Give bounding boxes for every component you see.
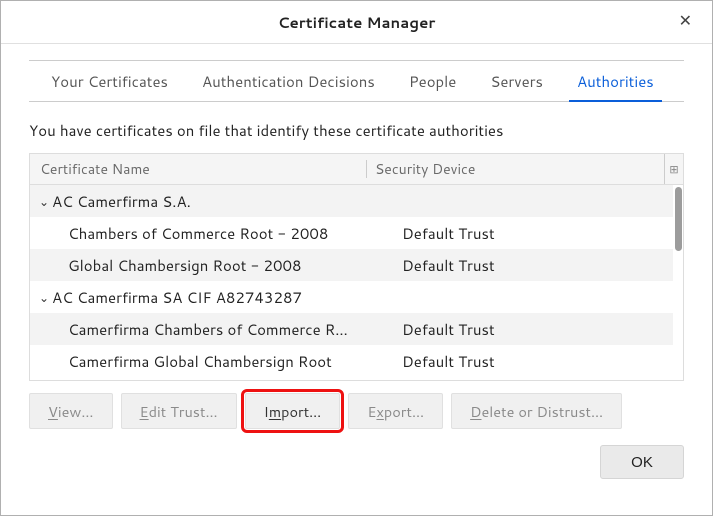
group-name: AC Camerfirma SA CIF A82743287 <box>52 287 302 308</box>
import-button[interactable]: Import… <box>245 393 341 429</box>
cell-name: Camerfirma Global Chambersign Root <box>30 351 394 372</box>
view-button[interactable]: View… <box>29 393 113 429</box>
cell-device: Default Trust <box>394 319 673 340</box>
column-header-name[interactable]: Certificate Name <box>30 159 366 179</box>
export-button[interactable]: Export… <box>348 393 443 429</box>
chevron-down-icon[interactable]: ⌄ <box>36 193 52 210</box>
tab-authentication-decisions[interactable]: Authentication Decisions <box>202 61 375 101</box>
table-row[interactable]: Chambers of Commerce Root - 2008 Default … <box>30 217 673 249</box>
table-group-row[interactable]: ⌄ AC Camerfirma S.A. <box>30 185 673 217</box>
table-row[interactable]: Global Chambersign Root - 2008 Default Tr… <box>30 249 673 281</box>
tab-servers[interactable]: Servers <box>490 61 543 101</box>
certificate-manager-window: Certificate Manager ✕ Your Certificates … <box>0 0 713 516</box>
cert-name: Global Chambersign Root - 2008 <box>68 255 302 276</box>
cert-name: Camerfirma Global Chambersign Root <box>68 351 332 372</box>
ok-button[interactable]: OK <box>600 445 684 479</box>
tab-bar: Your Certificates Authentication Decisio… <box>29 60 684 102</box>
cert-name: Camerfirma Chambers of Commerce R… <box>68 319 348 340</box>
window-title: Certificate Manager <box>278 12 436 33</box>
cell-device: Default Trust <box>394 255 673 276</box>
action-button-row: View… Edit Trust… Import… Export… Delete… <box>29 393 684 429</box>
tab-people[interactable]: People <box>409 61 457 101</box>
column-picker-icon[interactable]: ⊞ <box>664 154 683 184</box>
cell-device: Default Trust <box>394 223 673 244</box>
chevron-down-icon[interactable]: ⌄ <box>36 289 52 306</box>
cell-name: Camerfirma Chambers of Commerce R… <box>30 319 394 340</box>
certificates-table: Certificate Name Security Device ⊞ ⌄ AC … <box>29 153 684 381</box>
scrollbar-thumb[interactable] <box>675 187 682 251</box>
table-body: ⌄ AC Camerfirma S.A. Chambers of Commerce… <box>30 185 683 380</box>
cell-name: ⌄ AC Camerfirma SA CIF A82743287 <box>30 287 356 308</box>
titlebar: Certificate Manager ✕ <box>1 1 712 44</box>
table-header: Certificate Name Security Device ⊞ <box>30 154 683 185</box>
edit-trust-button[interactable]: Edit Trust… <box>121 393 237 429</box>
column-header-device[interactable]: Security Device <box>367 159 664 179</box>
tab-authorities[interactable]: Authorities <box>577 61 654 101</box>
dialog-content: Your Certificates Authentication Decisio… <box>1 44 712 493</box>
delete-distrust-button[interactable]: Delete or Distrust… <box>451 393 622 429</box>
cell-name: Chambers of Commerce Root - 2008 <box>30 223 394 244</box>
cell-name: ⌄ AC Camerfirma S.A. <box>30 191 356 212</box>
close-icon[interactable]: ✕ <box>673 13 698 31</box>
table-row[interactable]: Camerfirma Global Chambersign Root Defaul… <box>30 345 673 377</box>
cell-name: Global Chambersign Root - 2008 <box>30 255 394 276</box>
cert-name: Chambers of Commerce Root - 2008 <box>68 223 328 244</box>
intro-text: You have certificates on file that ident… <box>29 120 684 141</box>
cell-device: Default Trust <box>394 351 673 372</box>
tab-your-certificates[interactable]: Your Certificates <box>51 61 168 101</box>
table-row[interactable]: Camerfirma Chambers of Commerce R… Defaul… <box>30 313 673 345</box>
group-name: AC Camerfirma S.A. <box>52 191 191 212</box>
dialog-footer: OK <box>29 445 684 479</box>
table-group-row[interactable]: ⌄ AC Camerfirma SA CIF A82743287 <box>30 281 673 313</box>
